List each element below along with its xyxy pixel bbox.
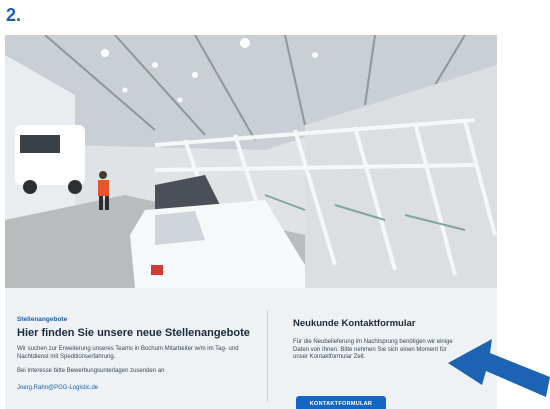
- warehouse-hero-image: [5, 35, 497, 288]
- contact-title: Neukunde Kontaktformular: [293, 318, 416, 329]
- arrow-pointing-left-icon: [448, 339, 550, 397]
- contact-section: Neukunde Kontaktformular Für die Neubeli…: [293, 318, 463, 362]
- jobs-section: Stellenangebote Hier finden Sie unsere n…: [17, 316, 250, 394]
- step-number: 2.: [6, 5, 22, 25]
- jobs-title: Hier finden Sie unsere neue Stellenangeb…: [17, 327, 250, 339]
- jobs-description: Wir suchen zur Erweiterung unseres Teams…: [17, 346, 239, 361]
- jobs-email-link[interactable]: Joerg.Rahn@PGG-Logistic.de: [17, 385, 98, 391]
- jobs-apply-text: Bei Interesse bitte Bewerbungsunterlagen…: [17, 368, 165, 375]
- jobs-eyebrow: Stellenangebote: [17, 316, 68, 323]
- contact-form-button[interactable]: KONTAKTFORMULAR: [296, 396, 386, 409]
- contact-description: Für die Neubelieferung im Nachtsprung be…: [293, 339, 453, 361]
- info-panel: Stellenangebote Hier finden Sie unsere n…: [5, 288, 497, 409]
- section-divider: [267, 310, 268, 402]
